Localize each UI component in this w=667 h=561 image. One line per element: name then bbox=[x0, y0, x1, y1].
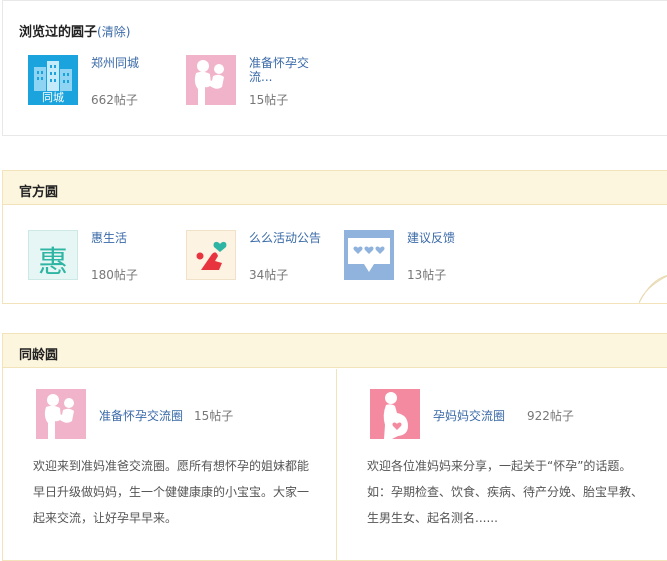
age-header: 同龄圆 bbox=[3, 334, 667, 368]
circle-name[interactable]: 准备怀孕交流圈 bbox=[99, 407, 183, 424]
recent-circles-panel: 浏览过的圆子(清除) 同城 郑州同城 662帖子 准备怀孕交流... 15帖子 bbox=[2, 0, 667, 136]
city-thumb-label: 同城 bbox=[42, 91, 64, 104]
recent-circles-title: 浏览过的圆子(清除) bbox=[19, 21, 130, 40]
circle-name[interactable]: 么么活动公告 bbox=[249, 231, 321, 245]
age-title: 同龄圆 bbox=[19, 348, 59, 363]
circle-post-count: 34帖子 bbox=[249, 268, 289, 282]
parent-child-silhouette-icon[interactable] bbox=[186, 55, 236, 105]
recent-title-text: 浏览过的圆子 bbox=[19, 25, 98, 40]
circle-post-count: 180帖子 bbox=[91, 268, 138, 282]
circle-post-count: 13帖子 bbox=[407, 268, 447, 282]
circle-name[interactable]: 建议反馈 bbox=[407, 231, 479, 245]
official-title: 官方圆 bbox=[19, 185, 59, 200]
pregnant-woman-icon[interactable] bbox=[370, 389, 420, 439]
circle-post-count: 15帖子 bbox=[194, 409, 234, 423]
official-header: 官方圆 bbox=[3, 171, 667, 205]
page-fold-corner bbox=[639, 275, 667, 303]
circle-post-count: 15帖子 bbox=[249, 93, 289, 107]
parent-child-silhouette-icon[interactable] bbox=[36, 389, 86, 439]
speech-bubble-hearts-icon[interactable] bbox=[344, 230, 394, 280]
age-circle-card: 准备怀孕交流圈 15帖子 欢迎来到准妈准爸交流圈。愿所有想怀孕的姐妹都能早日升级… bbox=[3, 369, 337, 560]
age-circle-card: 孕妈妈交流圈 922帖子 欢迎各位准妈妈来分享，一起关于“怀孕”的话题。如：孕期… bbox=[337, 369, 667, 560]
circle-post-count: 662帖子 bbox=[91, 93, 138, 107]
city-buildings-icon[interactable]: 同城 bbox=[28, 55, 78, 105]
hui-thumb-label: 惠 bbox=[38, 245, 68, 280]
circle-name[interactable]: 郑州同城 bbox=[91, 56, 163, 70]
hui-life-icon[interactable]: 惠 bbox=[28, 230, 78, 280]
circle-name[interactable]: 孕妈妈交流圈 bbox=[433, 407, 505, 424]
circle-name[interactable]: 准备怀孕交流... bbox=[249, 56, 321, 84]
age-circles-panel: 同龄圆 准备怀孕交流圈 15帖子 欢迎来到准妈准爸交流圈。愿所有想怀孕的姐妹都能… bbox=[2, 333, 667, 561]
circle-name[interactable]: 惠生活 bbox=[91, 231, 163, 245]
circle-description: 欢迎来到准妈准爸交流圈。愿所有想怀孕的姐妹都能早日升级做妈妈，生一个健健康康的小… bbox=[33, 459, 310, 525]
heart-activity-icon[interactable] bbox=[186, 230, 236, 280]
clear-history-link[interactable]: (清除) bbox=[97, 25, 130, 39]
circle-post-count: 922帖子 bbox=[527, 409, 574, 423]
circle-description: 欢迎各位准妈妈来分享，一起关于“怀孕”的话题。如：孕期检查、饮食、疾病、待产分娩… bbox=[367, 459, 644, 525]
official-circles-panel: 官方圆 惠 惠生活 180帖子 么么活动公告 34帖子 建议反馈 13帖子 bbox=[2, 170, 667, 304]
